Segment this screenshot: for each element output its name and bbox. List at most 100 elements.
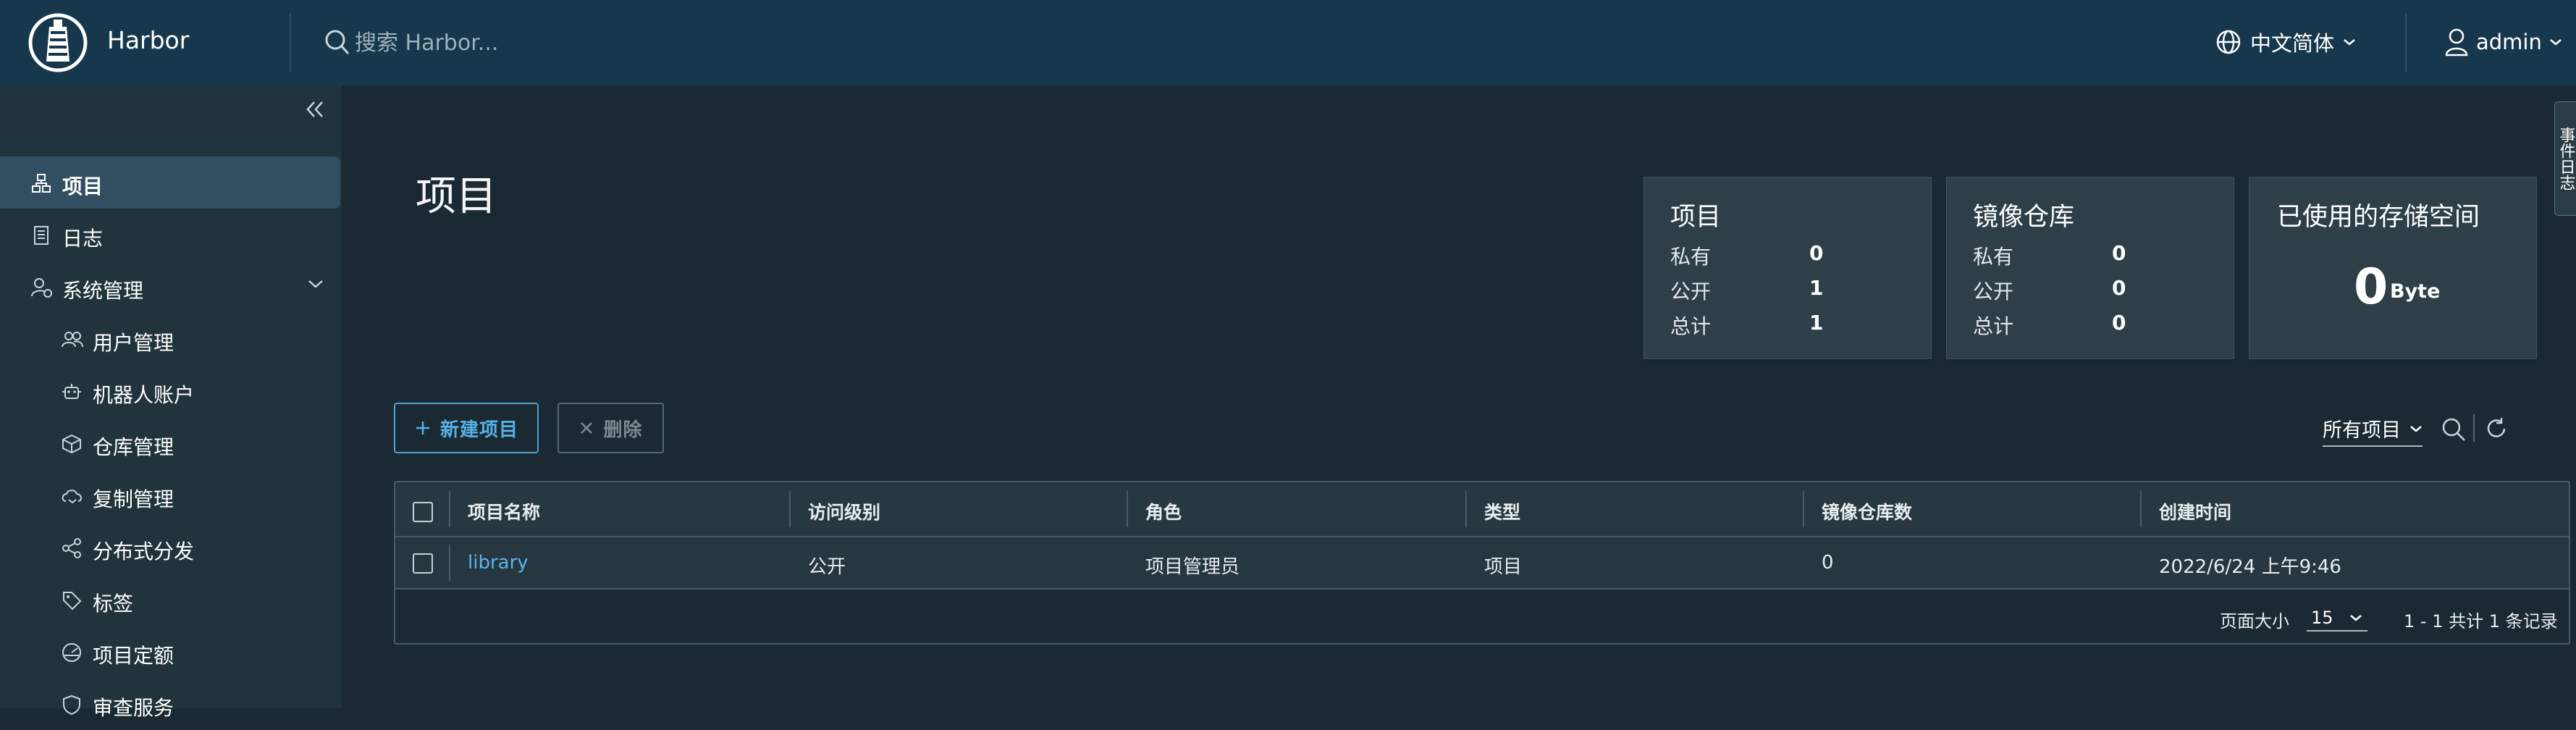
stat-label: 公开 [1670,276,1711,305]
robot-icon [61,381,83,403]
projects-table: 项目名称 访问级别 角色 类型 镜像仓库数 创建时间 library 公开 项目… [394,481,2570,645]
page-size-label: 页面大小 [2220,607,2289,632]
column-separator[interactable] [2140,491,2142,527]
storage-value: 0 [2354,259,2388,316]
repo-count-cell: 0 [1822,552,1834,574]
sidebar-item-distribution[interactable]: 分布式分发 [0,521,342,574]
table-footer: 页面大小 15 1 - 1 共计 1 条记录 [395,590,2569,643]
access-level-cell: 公开 [808,552,846,579]
brand-name[interactable]: Harbor [107,26,189,54]
column-header-repo-count[interactable]: 镜像仓库数 [1822,498,1912,524]
event-log-tab-label: 事件日志 [2554,127,2576,190]
column-header-created[interactable]: 创建时间 [2159,498,2231,524]
language-selector[interactable]: 中文简体 [2215,26,2356,58]
global-search[interactable] [324,22,831,62]
storage-unit: Byte [2390,280,2440,303]
column-header-type[interactable]: 类型 [1484,498,1520,524]
sidebar-item-logs[interactable]: 日志 [0,209,342,261]
card-title: 已使用的存储空间 [2277,196,2480,233]
search-icon [324,28,350,56]
sidebar-item-label: 标签 [93,588,133,617]
creation-time-cell: 2022/6/24 上午9:46 [2159,552,2341,579]
stat-label: 私有 [1973,241,2013,270]
sidebar-item-quotas[interactable]: 项目定额 [0,626,342,678]
project-filter-select[interactable]: 所有项目 [2323,414,2423,447]
sidebar-item-label: 项目 [62,171,103,200]
labels-icon [61,590,83,611]
stat-value: 1 [1809,276,1823,300]
stat-label: 私有 [1670,241,1711,270]
card-title: 镜像仓库 [1973,196,2074,233]
sidebar-item-system-admin[interactable]: 系统管理 [0,261,342,313]
sidebar-item-label: 机器人账户 [93,379,194,408]
sidebar-item-registries[interactable]: 仓库管理 [0,417,342,469]
sidebar-item-labels[interactable]: 标签 [0,574,342,626]
sidebar: 项目 日志 系统管理 用户管理 机器人账户 [0,85,342,708]
harbor-logo-icon[interactable] [28,12,88,73]
column-separator[interactable] [1803,491,1804,527]
chevron-down-icon [307,278,324,290]
interrogation-icon [61,694,83,716]
column-separator[interactable] [1465,491,1467,527]
column-header-role[interactable]: 角色 [1145,498,1182,524]
table-header: 项目名称 访问级别 角色 类型 镜像仓库数 创建时间 [395,482,2569,537]
logs-icon [30,225,52,246]
project-name-link[interactable]: library [468,552,529,574]
select-all-checkbox[interactable] [413,502,433,522]
column-separator[interactable] [1127,491,1128,527]
stat-label: 公开 [1973,276,2013,305]
column-separator[interactable] [789,491,791,527]
sidebar-item-label: 项目定额 [93,640,174,669]
page-size-value: 15 [2311,608,2333,628]
new-project-label: 新建项目 [440,415,518,442]
column-separator [449,491,450,527]
sidebar-item-users[interactable]: 用户管理 [0,313,342,365]
projects-icon [30,172,52,194]
user-menu[interactable]: admin [2444,26,2562,58]
table-row[interactable]: library 公开 项目管理员 项目 0 2022/6/24 上午9:46 [395,537,2569,590]
refresh-icon[interactable] [2483,416,2509,442]
new-project-button[interactable]: 新建项目 [394,403,539,453]
column-header-access[interactable]: 访问级别 [808,498,880,524]
event-log-tab[interactable]: 事件日志 [2554,101,2576,216]
header-divider [290,13,291,72]
filter-selected: 所有项目 [2323,414,2401,442]
type-cell: 项目 [1484,552,1522,579]
chevron-down-icon [2343,38,2356,46]
search-input[interactable] [353,28,820,58]
stat-value: 0 [2112,276,2126,300]
column-header-name[interactable]: 项目名称 [468,498,540,524]
repositories-summary-card: 镜像仓库 私有 0 公开 0 总计 0 [1946,177,2234,359]
sidebar-item-replications[interactable]: 复制管理 [0,469,342,521]
row-checkbox[interactable] [413,553,433,574]
projects-summary-card: 项目 私有 0 公开 1 总计 1 [1643,177,1932,359]
stat-label: 总计 [1670,311,1711,340]
sidebar-item-label: 系统管理 [62,275,143,304]
column-separator [449,545,450,581]
sidebar-item-interrogation[interactable]: 审查服务 [0,678,342,730]
stat-value: 0 [2112,311,2126,335]
user-icon [2444,28,2469,56]
delete-button[interactable]: 删除 [557,403,664,453]
search-icon[interactable] [2440,416,2467,443]
globe-icon [2215,29,2242,55]
chevron-down-icon [2409,424,2423,433]
distribution-icon [61,537,83,559]
plus-icon [414,419,432,437]
toolbar-divider [2473,414,2475,442]
sidebar-item-projects[interactable]: 项目 [0,156,340,209]
page-size-select[interactable]: 15 [2307,605,2367,632]
sidebar-item-robot-accounts[interactable]: 机器人账户 [0,365,342,417]
chevron-down-icon [2549,38,2562,46]
registries-icon [61,433,83,455]
stat-value: 0 [2112,241,2126,265]
page-title: 项目 [416,164,497,222]
storage-summary-card: 已使用的存储空间 0 Byte [2249,177,2537,359]
chevron-down-icon [2349,613,2362,622]
replications-icon [61,485,84,507]
username: admin [2476,30,2542,54]
stat-value: 1 [1809,311,1823,335]
close-icon [578,420,594,436]
collapse-sidebar-icon[interactable] [304,98,326,120]
quotas-icon [61,642,83,663]
